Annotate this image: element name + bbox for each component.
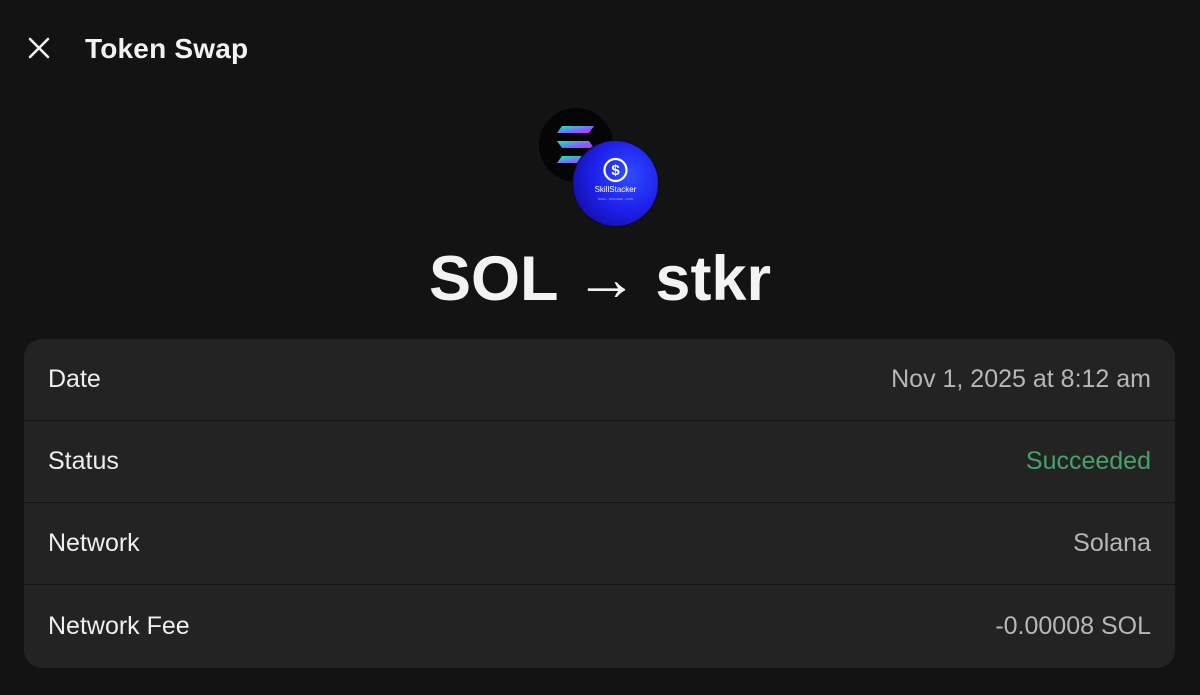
token-swap-page: Token Swap $ SkillStacker SKILL · STACKE… (0, 0, 1200, 695)
date-value: Nov 1, 2025 at 8:12 am (891, 365, 1151, 393)
transaction-details-card: Date Nov 1, 2025 at 8:12 am Status Succe… (24, 339, 1175, 668)
network-value: Solana (1073, 529, 1151, 557)
close-icon (28, 37, 50, 59)
status-value: Succeeded (1025, 447, 1151, 475)
close-button[interactable] (22, 31, 56, 65)
network-fee-value: -0.00008 SOL (995, 611, 1151, 640)
swap-pair-title: SOL → stkr (0, 240, 1200, 318)
page-title: Token Swap (85, 33, 249, 64)
detail-row-status: Status Succeeded (24, 421, 1175, 503)
detail-row-network: Network Solana (24, 503, 1175, 585)
detail-label: Network (48, 529, 140, 557)
detail-label: Date (48, 365, 101, 393)
header: Token Swap (0, 0, 1200, 98)
swap-arrow-icon: → (574, 244, 638, 314)
detail-row-network-fee: Network Fee -0.00008 SOL (24, 585, 1175, 667)
from-token-symbol: SOL (429, 244, 558, 314)
skillstacker-caption: SKILL · STACKER · COIN (598, 197, 633, 201)
detail-label: Network Fee (48, 611, 190, 640)
to-token-symbol: stkr (655, 244, 771, 314)
svg-text:$: $ (611, 162, 620, 179)
token-pair-icons: $ SkillStacker SKILL · STACKER · COIN (539, 108, 659, 227)
skillstacker-dollar-icon: $ SkillStacker SKILL · STACKER · COIN (572, 140, 659, 227)
detail-label: Status (48, 447, 119, 475)
detail-row-date: Date Nov 1, 2025 at 8:12 am (24, 339, 1175, 421)
skillstacker-wordmark: SkillStacker (595, 185, 637, 194)
